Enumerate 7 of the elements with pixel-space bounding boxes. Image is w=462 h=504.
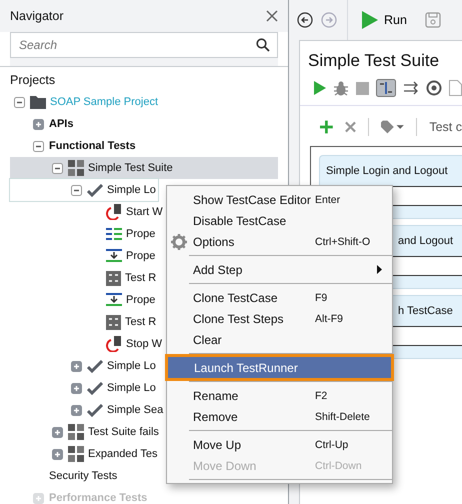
editor-title: Simple Test Suite <box>307 50 440 71</box>
test-case-name: Simple Login and Logout <box>326 165 448 177</box>
filter-label: Test c <box>429 120 462 134</box>
panel-title: Navigator <box>10 9 64 23</box>
test-case-name: and Logout <box>398 235 454 247</box>
section-label: Projects <box>9 72 56 89</box>
test-case-name: h TestCase <box>398 305 453 317</box>
